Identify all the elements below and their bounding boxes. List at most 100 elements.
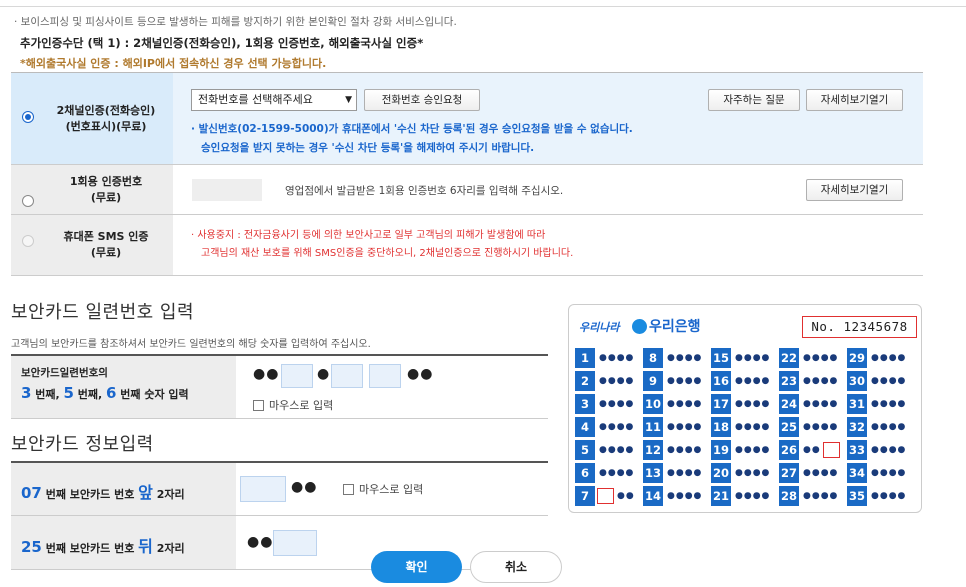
two-channel-detail-button[interactable]: 자세히보기열기 <box>806 89 903 111</box>
two-channel-note-2: 승인요청을 받지 못하는 경우 '수신 차단 등록'을 해제하여 주시기 바랍니… <box>201 142 535 154</box>
serial-mask-1: ●● <box>253 366 280 382</box>
card-cell-value: ●●●● <box>735 468 771 478</box>
card-cell-value: ●●●● <box>803 422 839 432</box>
card-cell-value: ●●●● <box>735 399 771 409</box>
card-cell-number: 30 <box>847 371 867 391</box>
top-divider <box>0 0 966 7</box>
card-cell-number: 32 <box>847 417 867 437</box>
two-channel-label-sub: (번호표시)(무료) <box>65 120 147 133</box>
card-cell-number: 15 <box>711 348 731 368</box>
card-cell-number: 24 <box>779 394 799 414</box>
card-cell-number: 18 <box>711 417 731 437</box>
serial-row-label: 보안카드일련번호의 <box>21 367 108 379</box>
card-front-input[interactable] <box>240 476 286 502</box>
card-cell-value: ●●●● <box>667 376 703 386</box>
chevron-down-icon: ▼ <box>345 95 352 105</box>
card-cell-number: 28 <box>779 486 799 506</box>
card-cell-number: 3 <box>575 394 595 414</box>
sms-label: 휴대폰 SMS 인증 <box>63 230 149 243</box>
card-cell-value: ●●●● <box>599 376 635 386</box>
card-cell-value: ●●●● <box>803 399 839 409</box>
card-cell-value: ●●●● <box>667 468 703 478</box>
card-front-mask: ●● <box>291 479 318 495</box>
confirm-button[interactable]: 확인 <box>371 551 462 583</box>
serial-mouse-checkbox[interactable] <box>253 400 264 411</box>
sms-note-2: 고객님의 재산 보호를 위해 SMS인증을 중단하오니, 2채널인증으로 진행하… <box>201 248 574 259</box>
card-cell-value: ●●●● <box>871 422 907 432</box>
card-cell-value: ●●●● <box>871 353 907 363</box>
card-cell-number: 10 <box>643 394 663 414</box>
card-cell-value: ●●●● <box>735 491 771 501</box>
card-cell-number: 20 <box>711 463 731 483</box>
card-cell-value: ●● <box>595 486 643 506</box>
card-cell-value: ●●●● <box>667 445 703 455</box>
card-cell-value: ●●●● <box>871 399 907 409</box>
serial-digit-6-input[interactable] <box>369 364 401 388</box>
serial-digit-3-input[interactable] <box>281 364 313 388</box>
card-cell-number: 1 <box>575 348 595 368</box>
card-cell-value: ●●●● <box>599 445 635 455</box>
otp-detail-button[interactable]: 자세히보기열기 <box>806 179 903 201</box>
card-cell-value: ●●●● <box>803 376 839 386</box>
card-cell-value: ●●●● <box>599 353 635 363</box>
card-cell-number: 31 <box>847 394 867 414</box>
info-row-front-label: 07 번째 보안카드 번호 앞 2자리 <box>21 483 185 502</box>
card-cell-number: 19 <box>711 440 731 460</box>
card-cell-number: 17 <box>711 394 731 414</box>
info-row-back-label: 25 번째 보안카드 번호 뒤 2자리 <box>21 537 185 556</box>
sms-note-1: · 사용중지 : 전자금융사기 등에 의한 보안사고로 일부 고객님의 피해가 … <box>191 230 546 241</box>
card-cell-number: 27 <box>779 463 799 483</box>
phone-select[interactable]: 전화번호를 선택해주세요 ▼ <box>191 89 357 111</box>
card-cell-value: ●●●● <box>667 422 703 432</box>
card-cell-number: 4 <box>575 417 595 437</box>
card-cell-number: 2 <box>575 371 595 391</box>
card-cell-number: 8 <box>643 348 663 368</box>
woori-logo-icon <box>632 319 647 334</box>
card-cell-value: ●●●● <box>871 491 907 501</box>
card-cell-number: 11 <box>643 417 663 437</box>
serial-digit-5-input[interactable] <box>331 364 363 388</box>
faq-button[interactable]: 자주하는 질문 <box>708 89 800 111</box>
option-otp: 1회용 인증번호 (무료) 영업점에서 발급받은 1회용 인증번호 6자리를 입… <box>11 165 923 215</box>
serial-section-title: 보안카드 일련번호 입력 <box>11 302 195 323</box>
card-cell-value: ●●●● <box>599 468 635 478</box>
phone-approve-button[interactable]: 전화번호 승인요청 <box>364 89 480 111</box>
card-cell-number: 13 <box>643 463 663 483</box>
card-cell-value: ●●●● <box>735 445 771 455</box>
serial-section-desc: 고객님의 보안카드를 참조하셔서 보안카드 일련번호의 해당 숫자를 입력하여 … <box>11 339 371 350</box>
security-card: 우리나라 우리은행 No. 12345678 1 ●●●● 8 ●●●● 15 ●●●● 2… <box>568 304 922 513</box>
info-mouse-label: 마우스로 입력 <box>359 483 424 496</box>
card-cell-number: 29 <box>847 348 867 368</box>
card-cell-number: 14 <box>643 486 663 506</box>
otp-input[interactable] <box>192 179 262 201</box>
card-cell-value: ●●●● <box>803 468 839 478</box>
card-cell-number: 25 <box>779 417 799 437</box>
card-bank-name: 우리은행 <box>649 319 701 335</box>
card-cell-number: 22 <box>779 348 799 368</box>
card-cell-value: ●●●● <box>871 445 907 455</box>
info-row-front: 07 번째 보안카드 번호 앞 2자리 ●● 마우스로 입력 <box>11 463 548 516</box>
serial-row-digits: 3 번째, 5 번째, 6 번째 숫자 입력 <box>21 384 189 402</box>
two-channel-label: 2채널인증(전화승인) <box>56 104 156 117</box>
info-mouse-checkbox[interactable] <box>343 484 354 495</box>
card-cell-number: 16 <box>711 371 731 391</box>
serial-mask-2: ● <box>317 366 331 382</box>
card-back-input[interactable] <box>273 530 317 556</box>
serial-row: 보안카드일련번호의 3 번째, 5 번째, 6 번째 숫자 입력 ●● ● ●●… <box>11 356 548 419</box>
card-cell-number: 23 <box>779 371 799 391</box>
additional-auth-text: 추가인증수단 (택 1) : 2채널인증(전화승인), 1회용 인증번호, 해외… <box>20 36 424 50</box>
card-cell-value: ●●●● <box>667 353 703 363</box>
card-highlight-box <box>823 442 840 458</box>
card-cell-number: 21 <box>711 486 731 506</box>
foreign-note: *해외출국사실 인증 : 해외IP에서 접속하신 경우 선택 가능합니다. <box>20 57 327 70</box>
card-cell-number: 33 <box>847 440 867 460</box>
card-cell-value: ●●●● <box>599 422 635 432</box>
card-cell-number: 12 <box>643 440 663 460</box>
card-cell-value: ●●●● <box>803 353 839 363</box>
card-cell-number: 9 <box>643 371 663 391</box>
cancel-button[interactable]: 취소 <box>470 551 562 583</box>
card-cell-value: ●●●● <box>735 376 771 386</box>
card-cell-value: ●●●● <box>735 353 771 363</box>
serial-mouse-label: 마우스로 입력 <box>269 399 334 412</box>
card-cell-number: 6 <box>575 463 595 483</box>
